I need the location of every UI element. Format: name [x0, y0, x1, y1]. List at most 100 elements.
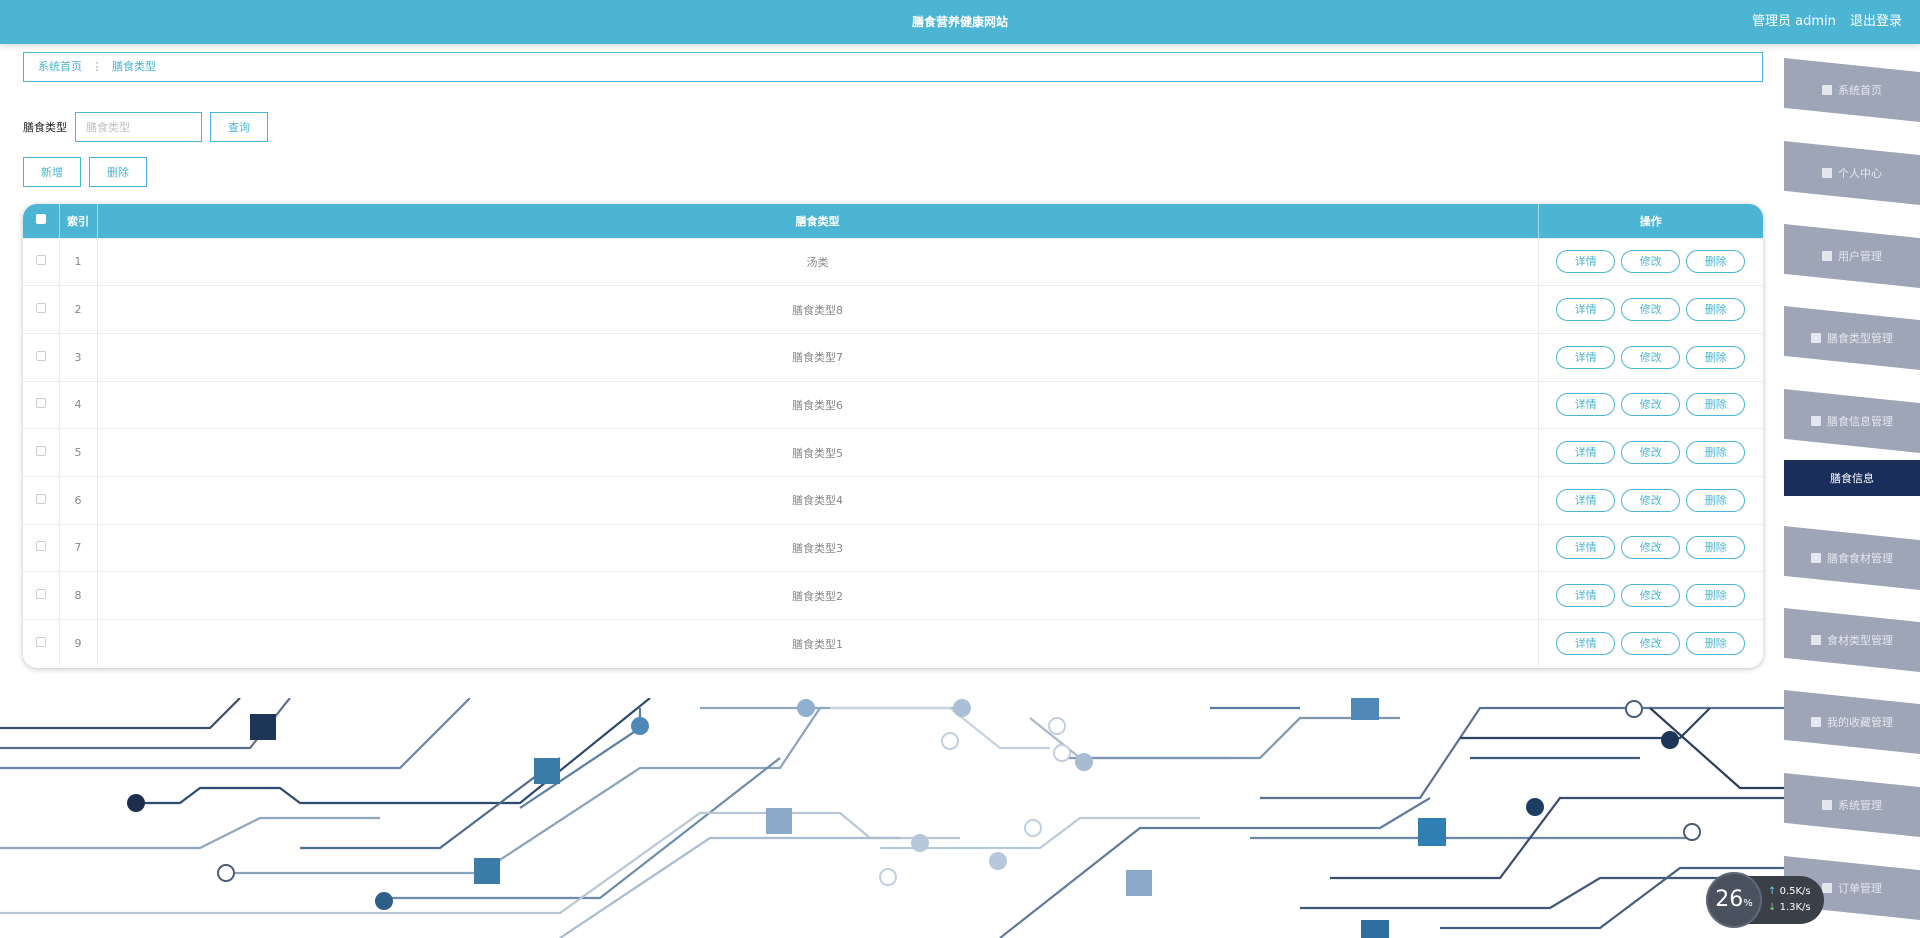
edit-button[interactable]: 修改: [1621, 298, 1681, 322]
row-checkbox[interactable]: [35, 493, 46, 504]
breadcrumb-home[interactable]: 系统首页: [38, 60, 82, 73]
detail-button[interactable]: 详情: [1556, 298, 1616, 322]
edit-button[interactable]: 修改: [1621, 488, 1681, 512]
detail-button[interactable]: 详情: [1556, 250, 1616, 274]
sidebar-item-label: 用户管理: [1838, 250, 1882, 263]
cpu-usage-gauge: 26%: [1706, 872, 1762, 928]
table-row: 7 膳食类型3 详情 修改 删除: [23, 524, 1763, 572]
select-all-cell[interactable]: [23, 204, 60, 238]
row-select-cell[interactable]: [23, 333, 60, 382]
detail-button[interactable]: 详情: [1556, 632, 1616, 656]
sidebar-item-4[interactable]: 膳食信息管理: [1784, 389, 1920, 453]
row-type: 膳食类型7: [97, 333, 1539, 382]
detail-button[interactable]: 详情: [1556, 441, 1616, 465]
detail-button[interactable]: 详情: [1556, 345, 1616, 369]
grid-icon: [1811, 553, 1821, 563]
table-row: 3 膳食类型7 详情 修改 删除: [23, 333, 1763, 382]
row-type: 膳食类型3: [97, 524, 1539, 572]
sidebar-item-label: 系统首页: [1838, 84, 1882, 97]
row-select-cell[interactable]: [23, 381, 60, 429]
row-index: 4: [59, 381, 98, 429]
download-arrow-icon: ↓: [1768, 902, 1777, 913]
net-speed-readout: ↑ 0.5K/s ↓ 1.3K/s: [1768, 884, 1811, 916]
edit-button[interactable]: 修改: [1621, 441, 1681, 465]
data-table: 索引 膳食类型 操作 1 汤类 详情 修改 删除 2 膳食类型8 详情 修改 删除 3 膳食类型7 详情…: [23, 204, 1763, 668]
delete-button[interactable]: 删除: [1686, 298, 1746, 322]
site-title: 膳食营养健康网站: [911, 15, 1008, 29]
sidebar-item-2[interactable]: 用户管理: [1784, 224, 1920, 288]
delete-button[interactable]: 删除: [1686, 584, 1746, 608]
row-select-cell[interactable]: [23, 238, 60, 286]
batch-delete-button[interactable]: 删除: [89, 157, 147, 187]
edit-button[interactable]: 修改: [1621, 250, 1681, 274]
row-select-cell[interactable]: [23, 571, 60, 620]
row-checkbox[interactable]: [35, 637, 46, 648]
delete-button[interactable]: 删除: [1686, 393, 1746, 417]
logout-link[interactable]: 退出登录: [1850, 14, 1902, 29]
table-row: 1 汤类 详情 修改 删除: [23, 238, 1763, 286]
delete-button[interactable]: 删除: [1686, 536, 1746, 560]
sidebar-item-0[interactable]: 系统首页: [1784, 58, 1920, 122]
add-button[interactable]: 新增: [23, 157, 81, 187]
edit-button[interactable]: 修改: [1621, 393, 1681, 417]
row-type: 膳食类型1: [97, 619, 1539, 668]
row-select-cell[interactable]: [23, 285, 60, 334]
row-checkbox[interactable]: [35, 350, 46, 361]
row-checkbox[interactable]: [35, 303, 46, 314]
row-select-cell[interactable]: [23, 476, 60, 525]
row-select-cell[interactable]: [23, 524, 60, 572]
search-input[interactable]: [75, 112, 202, 142]
row-type: 膳食类型6: [97, 381, 1539, 429]
delete-button[interactable]: 删除: [1686, 488, 1746, 512]
row-select-cell[interactable]: [23, 428, 60, 477]
sidebar-item-5[interactable]: 膳食信息: [1784, 460, 1920, 496]
row-type: 膳食类型8: [97, 285, 1539, 334]
sidebar-item-3[interactable]: 膳食类型管理: [1784, 306, 1920, 370]
detail-button[interactable]: 详情: [1556, 584, 1616, 608]
detail-button[interactable]: 详情: [1556, 536, 1616, 560]
row-checkbox[interactable]: [35, 398, 46, 409]
sidebar-item-9[interactable]: 系统管理: [1784, 773, 1920, 837]
sidebar-item-7[interactable]: 食材类型管理: [1784, 608, 1920, 672]
row-checkbox[interactable]: [35, 541, 46, 552]
upload-unit: K/s: [1795, 886, 1811, 897]
row-select-cell[interactable]: [23, 619, 60, 668]
table-row: 2 膳食类型8 详情 修改 删除: [23, 285, 1763, 334]
row-checkbox[interactable]: [35, 255, 46, 266]
row-ops: 详情 修改 删除: [1538, 429, 1763, 477]
detail-button[interactable]: 详情: [1556, 393, 1616, 417]
query-button[interactable]: 查询: [210, 112, 268, 142]
row-ops: 详情 修改 删除: [1538, 572, 1763, 620]
grid-icon: [1811, 416, 1821, 426]
edit-button[interactable]: 修改: [1621, 632, 1681, 656]
edit-button[interactable]: 修改: [1621, 345, 1681, 369]
row-ops: 详情 修改 删除: [1538, 238, 1763, 286]
edit-button[interactable]: 修改: [1621, 584, 1681, 608]
action-bar: 新增 删除: [23, 157, 147, 187]
upload-arrow-icon: ↑: [1768, 886, 1777, 897]
delete-button[interactable]: 删除: [1686, 632, 1746, 656]
sidebar-item-1[interactable]: 个人中心: [1784, 141, 1920, 205]
row-index: 3: [59, 333, 98, 382]
detail-button[interactable]: 详情: [1556, 488, 1616, 512]
delete-button[interactable]: 删除: [1686, 250, 1746, 274]
breadcrumb-separator-icon: ⋮: [91, 60, 103, 73]
clipboard-icon: [1811, 717, 1821, 727]
row-checkbox[interactable]: [35, 589, 46, 600]
row-ops: 详情 修改 删除: [1538, 381, 1763, 429]
row-ops: 详情 修改 删除: [1538, 620, 1763, 668]
row-checkbox[interactable]: [35, 446, 46, 457]
row-index: 5: [59, 428, 98, 477]
table-row: 6 膳食类型4 详情 修改 删除: [23, 476, 1763, 525]
row-ops: 详情 修改 删除: [1538, 286, 1763, 334]
delete-button[interactable]: 删除: [1686, 441, 1746, 465]
network-speed-widget[interactable]: 26% ↑ 0.5K/s ↓ 1.3K/s: [1706, 872, 1824, 928]
edit-button[interactable]: 修改: [1621, 536, 1681, 560]
sidebar-item-6[interactable]: 膳食食材管理: [1784, 526, 1920, 590]
table-row: 4 膳食类型6 详情 修改 删除: [23, 381, 1763, 429]
briefcase-icon: [1822, 251, 1832, 261]
delete-button[interactable]: 删除: [1686, 345, 1746, 369]
select-all-checkbox[interactable]: [35, 214, 46, 225]
sidebar-item-8[interactable]: 我的收藏管理: [1784, 690, 1920, 754]
row-index: 2: [59, 285, 98, 334]
